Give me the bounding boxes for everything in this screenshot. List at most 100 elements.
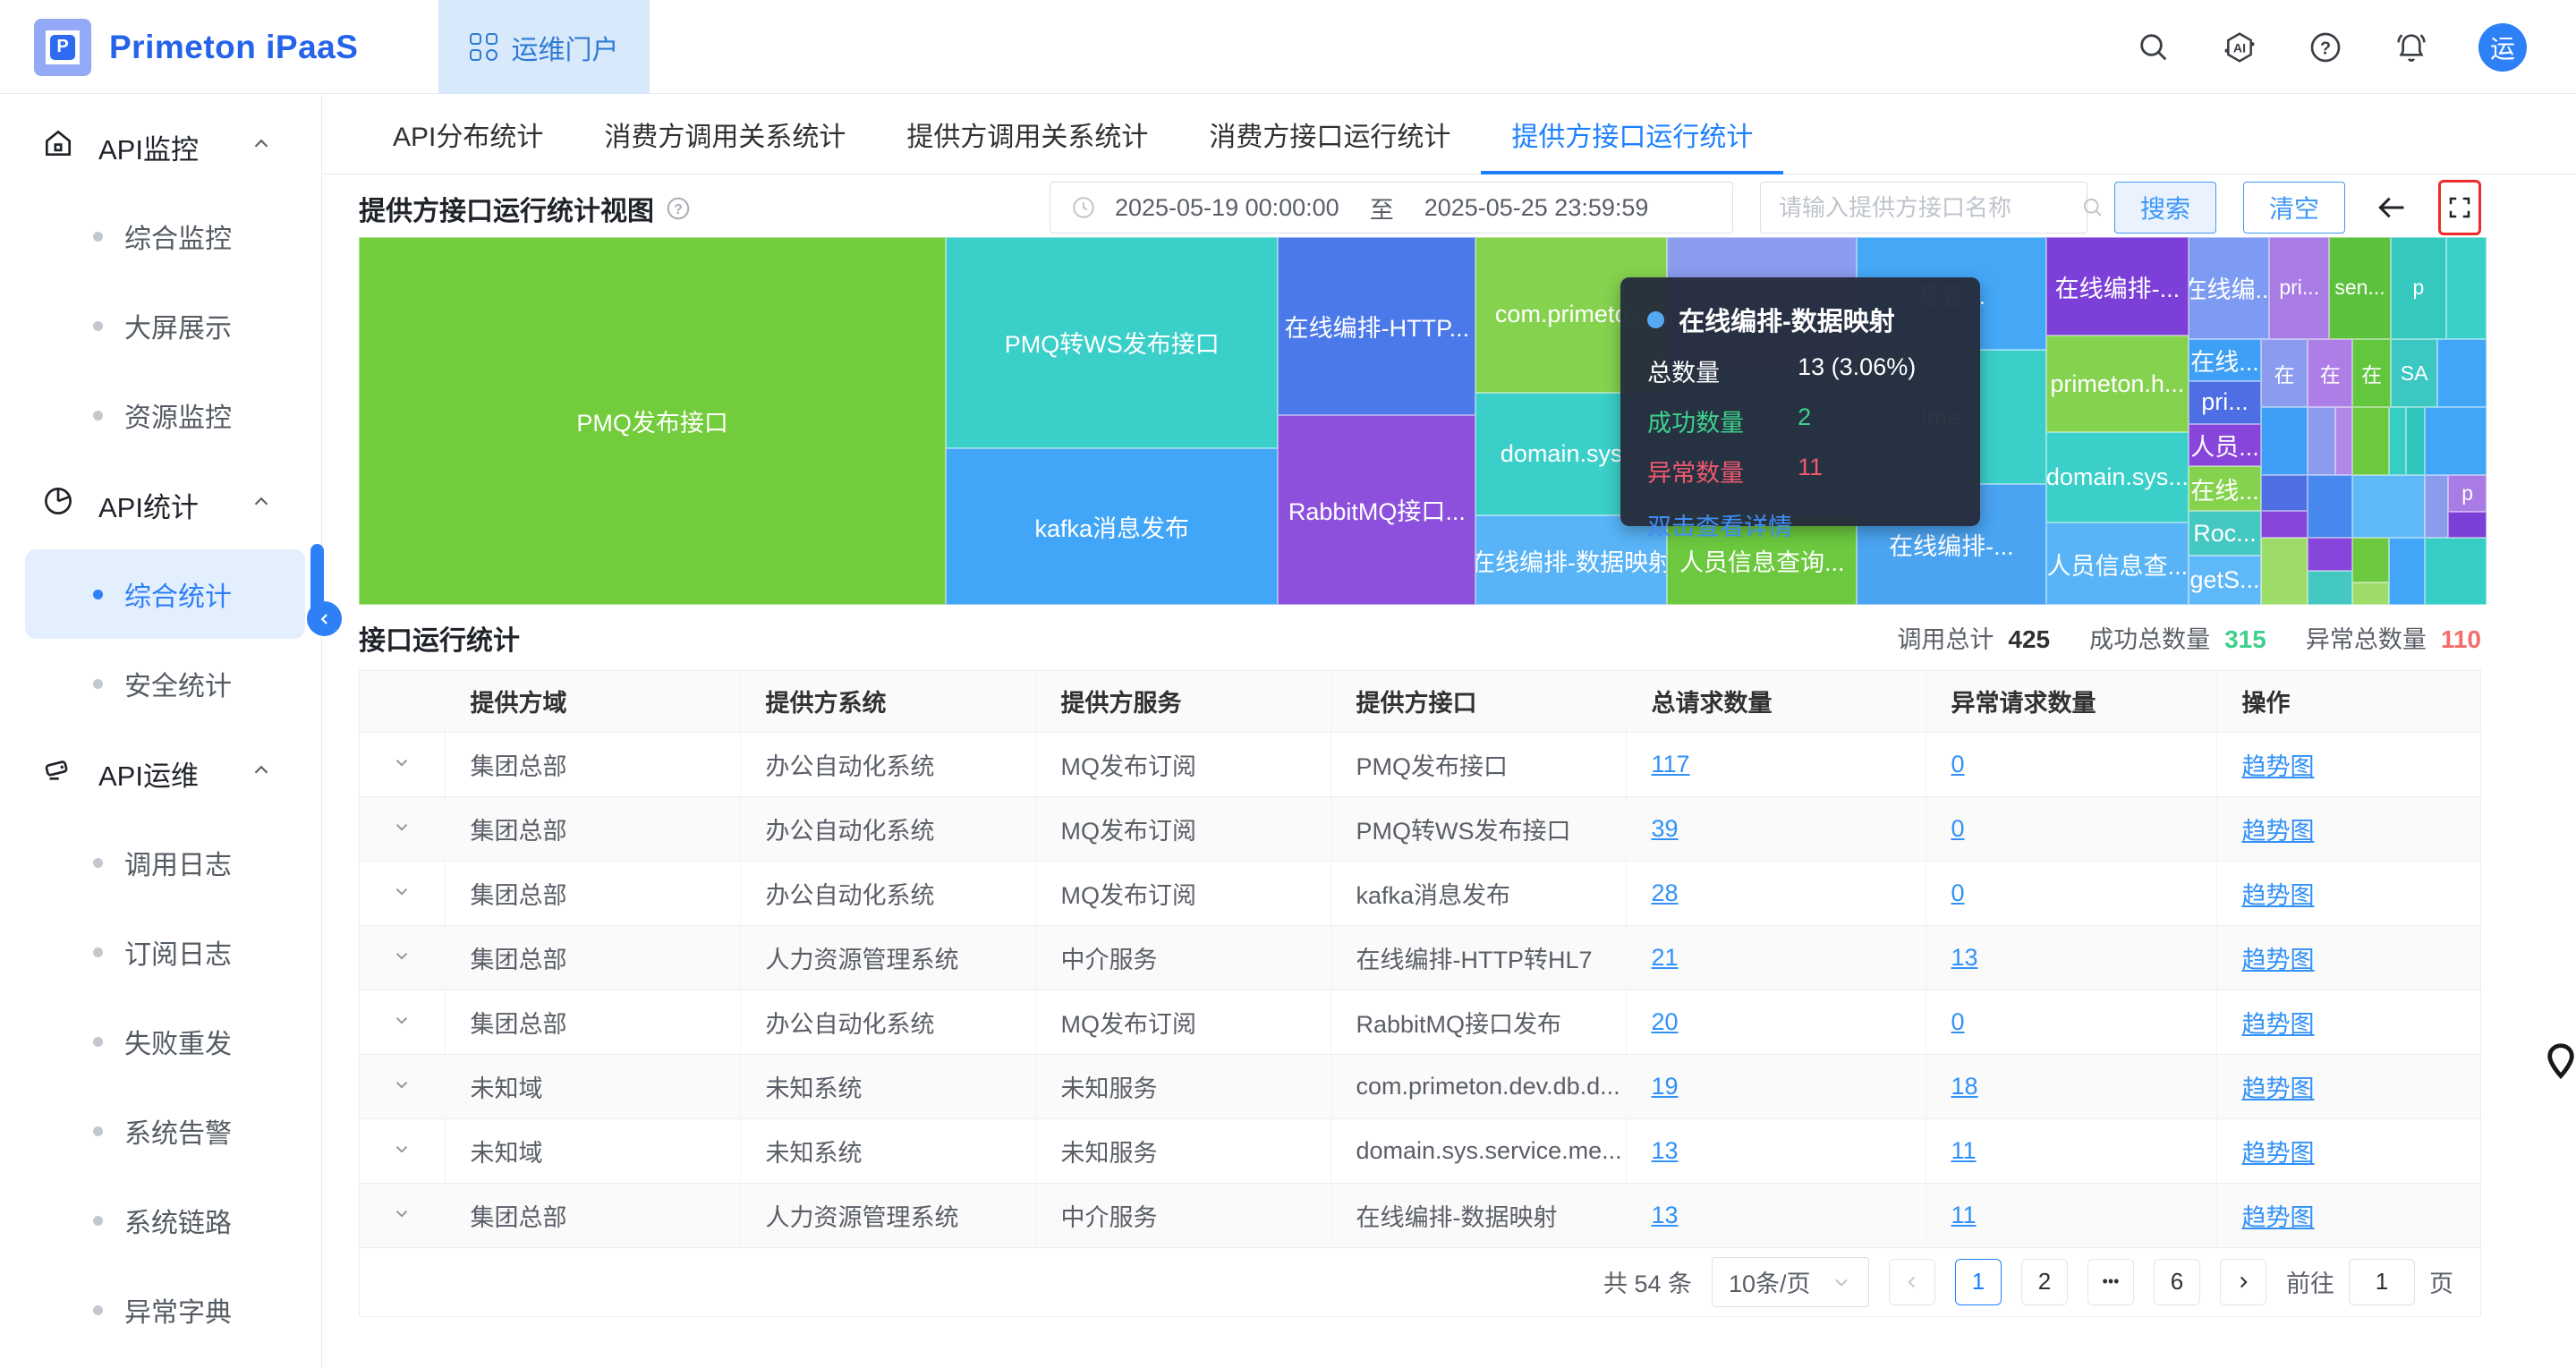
total-count-link[interactable]: 13 bbox=[1652, 1137, 1679, 1164]
sidebar-item-异常字典[interactable]: 异常字典 bbox=[25, 1265, 305, 1355]
chevron-up-icon[interactable] bbox=[250, 489, 273, 521]
trend-chart-link[interactable]: 趋势图 bbox=[2242, 753, 2315, 780]
row-expand-chevron-icon[interactable] bbox=[392, 1202, 412, 1228]
trend-chart-link[interactable]: 趋势图 bbox=[2242, 1011, 2315, 1038]
treemap-block[interactable]: SA bbox=[2391, 339, 2437, 407]
sidebar-collapse-handle[interactable] bbox=[310, 544, 324, 619]
page-ellipsis[interactable]: ••• bbox=[2087, 1259, 2134, 1305]
back-arrow-icon[interactable] bbox=[2372, 188, 2411, 227]
treemap-block[interactable]: p bbox=[2391, 237, 2446, 339]
map-pin-icon[interactable] bbox=[2545, 1041, 2576, 1081]
sidebar-group-API统计[interactable]: API统计 bbox=[0, 460, 321, 549]
collapse-chevron-icon[interactable] bbox=[307, 601, 342, 636]
treemap-block[interactable]: 在线编排-HTTP... bbox=[1278, 237, 1475, 415]
treemap-block[interactable] bbox=[2425, 475, 2448, 538]
tab-提供方接口运行统计[interactable]: 提供方接口运行统计 bbox=[1481, 95, 1783, 174]
treemap-block[interactable] bbox=[2446, 237, 2487, 339]
treemap-block[interactable] bbox=[2335, 407, 2352, 475]
treemap-block[interactable] bbox=[2437, 339, 2487, 407]
row-expand-chevron-icon[interactable] bbox=[392, 815, 412, 842]
treemap-block[interactable]: RabbitMQ接口... bbox=[1278, 415, 1475, 605]
row-expand-chevron-icon[interactable] bbox=[392, 1008, 412, 1035]
sidebar-item-调用日志[interactable]: 调用日志 bbox=[25, 818, 305, 907]
error-count-link[interactable]: 11 bbox=[1951, 1202, 1977, 1228]
input-search-icon[interactable] bbox=[2080, 195, 2105, 220]
row-expand-chevron-icon[interactable] bbox=[392, 1073, 412, 1100]
error-count-link[interactable]: 18 bbox=[1951, 1073, 1978, 1100]
treemap-block[interactable]: 在 bbox=[2261, 339, 2308, 407]
user-avatar[interactable]: 运 bbox=[2478, 23, 2527, 72]
treemap-block[interactable] bbox=[2352, 582, 2388, 605]
treemap-block[interactable]: 在线编... bbox=[2189, 237, 2269, 339]
chevron-up-icon[interactable] bbox=[250, 757, 273, 789]
treemap-block[interactable]: PMQ转WS发布接口 bbox=[946, 237, 1278, 448]
sidebar-item-失败重发[interactable]: 失败重发 bbox=[25, 997, 305, 1086]
treemap-block[interactable] bbox=[2308, 571, 2352, 605]
tab-API分布统计[interactable]: API分布统计 bbox=[362, 95, 574, 174]
trend-chart-link[interactable]: 趋势图 bbox=[2242, 818, 2315, 845]
total-count-link[interactable]: 20 bbox=[1652, 1008, 1679, 1035]
trend-chart-link[interactable]: 趋势图 bbox=[2242, 1204, 2315, 1231]
prev-page-button[interactable] bbox=[1889, 1259, 1935, 1305]
treemap-block[interactable]: getS... bbox=[2189, 556, 2261, 605]
treemap-block[interactable] bbox=[2352, 407, 2388, 475]
error-count-link[interactable]: 13 bbox=[1951, 944, 1978, 971]
treemap-block[interactable] bbox=[2425, 407, 2487, 475]
treemap-block[interactable] bbox=[2308, 538, 2352, 571]
treemap-block[interactable]: 在 bbox=[2308, 339, 2352, 407]
search-button[interactable]: 搜索 bbox=[2114, 182, 2216, 234]
treemap-block[interactable] bbox=[2261, 407, 2308, 475]
interface-search-input[interactable] bbox=[1777, 193, 2080, 223]
trend-chart-link[interactable]: 趋势图 bbox=[2242, 882, 2315, 909]
sidebar-item-系统链路[interactable]: 系统链路 bbox=[25, 1176, 305, 1265]
row-expand-chevron-icon[interactable] bbox=[392, 1137, 412, 1164]
error-count-link[interactable]: 11 bbox=[1951, 1137, 1977, 1164]
clear-button[interactable]: 清空 bbox=[2243, 182, 2345, 234]
sidebar-item-订阅日志[interactable]: 订阅日志 bbox=[25, 907, 305, 997]
treemap-block[interactable] bbox=[2389, 538, 2425, 605]
treemap-block[interactable] bbox=[2448, 512, 2487, 538]
treemap-block[interactable]: pri... bbox=[2269, 237, 2329, 339]
question-icon[interactable]: ? bbox=[665, 195, 692, 222]
treemap-block[interactable] bbox=[2261, 538, 2308, 605]
treemap-block[interactable]: sen... bbox=[2329, 237, 2391, 339]
tooltip-detail-link[interactable]: 双击查看详情 bbox=[1647, 507, 1953, 542]
treemap-block[interactable] bbox=[2406, 407, 2425, 475]
treemap-block[interactable] bbox=[2389, 407, 2406, 475]
treemap-block[interactable]: Roc... bbox=[2189, 511, 2261, 556]
sidebar-item-综合统计[interactable]: 综合统计 bbox=[25, 549, 305, 639]
treemap-block[interactable]: primeton.h... bbox=[2046, 336, 2189, 432]
treemap-block[interactable] bbox=[2425, 538, 2487, 605]
error-count-link[interactable]: 0 bbox=[1951, 751, 1965, 777]
treemap-block[interactable]: PMQ发布接口 bbox=[359, 237, 946, 605]
row-expand-chevron-icon[interactable] bbox=[392, 751, 412, 777]
treemap-block[interactable]: domain.sys... bbox=[2046, 432, 2189, 523]
page-button-1[interactable]: 1 bbox=[1955, 1259, 2002, 1305]
help-icon[interactable]: ? bbox=[2307, 29, 2344, 66]
search-icon[interactable] bbox=[2135, 29, 2172, 66]
treemap-block[interactable] bbox=[2352, 538, 2388, 582]
treemap-block[interactable]: kafka消息发布 bbox=[946, 448, 1278, 605]
tab-提供方调用关系统计[interactable]: 提供方调用关系统计 bbox=[876, 95, 1178, 174]
treemap-block[interactable]: p bbox=[2448, 475, 2487, 512]
treemap-block[interactable]: 人员... bbox=[2189, 424, 2261, 466]
error-count-link[interactable]: 0 bbox=[1951, 1008, 1965, 1035]
error-count-link[interactable]: 0 bbox=[1951, 879, 1965, 906]
total-count-link[interactable]: 117 bbox=[1652, 751, 1690, 777]
trend-chart-link[interactable]: 趋势图 bbox=[2242, 1075, 2315, 1102]
treemap-block[interactable] bbox=[2352, 475, 2425, 538]
row-expand-chevron-icon[interactable] bbox=[392, 879, 412, 906]
portal-tab-ops[interactable]: 运维门户 bbox=[438, 0, 650, 94]
treemap-block[interactable]: 在线... bbox=[2189, 466, 2261, 511]
trend-chart-link[interactable]: 趋势图 bbox=[2242, 947, 2315, 973]
next-page-button[interactable] bbox=[2220, 1259, 2266, 1305]
treemap-block[interactable]: 在线编排-... bbox=[2046, 237, 2189, 336]
ai-assistant-icon[interactable]: AI bbox=[2221, 29, 2258, 66]
date-range-picker[interactable]: 2025-05-19 00:00:00 至 2025-05-25 23:59:5… bbox=[1050, 182, 1733, 234]
treemap-block[interactable] bbox=[2308, 475, 2352, 538]
treemap-block[interactable]: pri... bbox=[2189, 381, 2261, 424]
sidebar-item-大屏展示[interactable]: 大屏展示 bbox=[25, 281, 305, 370]
treemap-block[interactable] bbox=[2261, 511, 2308, 538]
total-count-link[interactable]: 39 bbox=[1652, 815, 1679, 842]
total-count-link[interactable]: 19 bbox=[1652, 1073, 1679, 1100]
